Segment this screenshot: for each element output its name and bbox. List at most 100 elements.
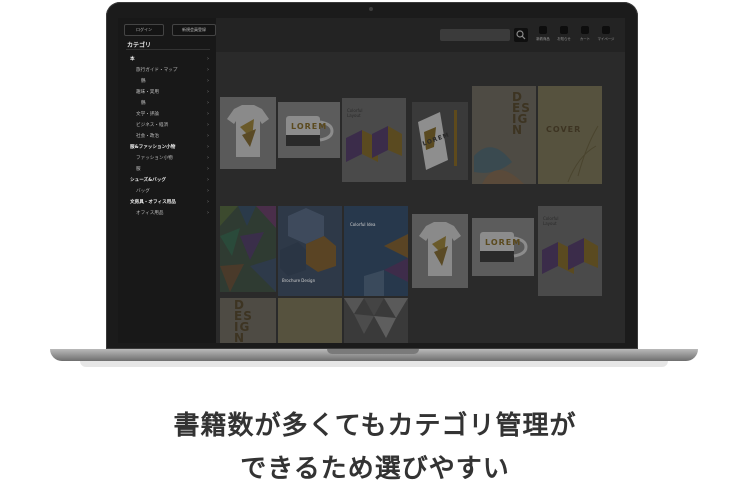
chevron-right-icon: › [207, 133, 209, 139]
category-item[interactable]: バッグ › [118, 186, 216, 197]
triangle-pattern-icon [220, 206, 276, 292]
category-item[interactable]: 鶴 › [118, 76, 216, 87]
chevron-right-icon: › [207, 56, 209, 62]
product-tile-triangle-book[interactable] [344, 298, 408, 343]
nav-label: マイページ [597, 37, 615, 41]
category-item[interactable]: 服 › [118, 164, 216, 175]
product-tile-mug[interactable]: LOREM [278, 102, 340, 158]
category-label: 鶴 [141, 79, 146, 84]
nav-cart[interactable]: カート [576, 26, 594, 41]
category-item[interactable]: 旅行ガイド・マップ › [118, 65, 216, 76]
laptop-shadow [80, 361, 668, 367]
chevron-right-icon: › [207, 199, 209, 205]
chevron-pattern-icon [364, 234, 408, 296]
search-button[interactable] [514, 28, 528, 42]
chevron-right-icon: › [207, 89, 209, 95]
category-item[interactable]: 社会・政治 › [118, 131, 216, 142]
category-item[interactable]: 本 › [118, 54, 216, 65]
caption-line-2: できるため選びやすい [240, 454, 510, 484]
login-button[interactable]: ログイン [124, 24, 164, 36]
product-tile-cover-poster[interactable]: COVER [538, 86, 602, 184]
chevron-right-icon: › [207, 67, 209, 73]
category-label: 趣味・実用 [136, 90, 159, 95]
poster-title: DESIGN [234, 298, 253, 343]
product-tile-design-poster[interactable]: DESIGN [472, 86, 536, 184]
product-tile-tshirt[interactable] [220, 97, 276, 169]
category-label: 文学・評論 [136, 112, 159, 117]
mug-logo-text: LOREM [291, 122, 328, 131]
nav-label: お知らせ [557, 37, 571, 41]
search-icon [516, 30, 526, 40]
category-label: 服 [136, 167, 141, 172]
category-item[interactable]: ファッション小物 › [118, 153, 216, 164]
category-label: 本 [130, 57, 135, 62]
product-tile-book-iso[interactable]: Colorful Layout [342, 98, 406, 182]
product-tile-book-iso-2[interactable]: Colorful Layout [538, 206, 602, 296]
tshirt-icon [227, 105, 269, 157]
chevron-right-icon: › [207, 100, 209, 106]
laptop-mockup: LOREM Colorful Layout LOREM DESIGN COVER… [0, 0, 750, 380]
product-tile-geo-pattern[interactable] [220, 206, 276, 292]
product-tile-design-poster-2[interactable]: DESIGN [220, 298, 276, 343]
book-title: Brochure Design [282, 278, 316, 283]
category-label: ファッション小物 [136, 156, 173, 161]
category-item[interactable]: オフィス用品 › [118, 208, 216, 219]
book-title: Colorful Idea [350, 222, 376, 227]
product-tile-tshirt-2[interactable] [412, 214, 468, 288]
chevron-right-icon: › [207, 166, 209, 172]
category-label: ビジネス・経済 [136, 123, 169, 128]
caption-line-1: 書籍数が多くてもカテゴリ管理が [173, 411, 577, 441]
chevron-right-icon: › [207, 155, 209, 161]
category-item[interactable]: 文学・評論 › [118, 109, 216, 120]
poster-title: DESIGN [512, 90, 531, 137]
book-title: Colorful Layout [347, 108, 363, 118]
nav-label: カート [579, 37, 591, 41]
chevron-right-icon: › [207, 210, 209, 216]
category-label: 鶴 [141, 101, 146, 106]
cover-title: COVER [546, 125, 582, 134]
product-tile-notebook[interactable]: LOREM [412, 102, 468, 180]
product-tile-cover-poster-2[interactable] [278, 298, 342, 343]
flower-illustration-icon [567, 125, 599, 183]
nav-notifications[interactable]: お知らせ [555, 26, 573, 41]
mug-icon [480, 232, 528, 262]
divider [126, 49, 210, 50]
camera-dot [369, 7, 373, 11]
register-button[interactable]: 新規会員登録 [172, 24, 216, 36]
book-title: Colorful Layout [543, 216, 559, 226]
category-item[interactable]: 趣味・実用 › [118, 87, 216, 98]
search-input[interactable] [440, 29, 510, 41]
category-label: シューズ&バッグ [130, 178, 166, 183]
triangle-pattern-icon [344, 298, 408, 338]
category-label: 服&ファッション小物 [130, 145, 176, 150]
sidebar-title: カテゴリ [127, 42, 152, 49]
chevron-right-icon: › [207, 78, 209, 84]
category-label: 旅行ガイド・マップ [136, 68, 178, 73]
nav-label: 新着商品 [536, 37, 550, 41]
category-item[interactable]: 鶴 › [118, 98, 216, 109]
nav-mypage[interactable]: マイページ [597, 26, 615, 41]
tshirt-icon [419, 222, 461, 276]
grid-icon [539, 26, 547, 34]
chevron-right-icon: › [207, 122, 209, 128]
category-item[interactable]: 文房具・オフィス用品 › [118, 197, 216, 208]
category-item[interactable]: 服&ファッション小物 › [118, 142, 216, 153]
nav-new-products[interactable]: 新着商品 [534, 26, 552, 41]
product-tile-mug-2[interactable]: LOREM [472, 218, 534, 276]
category-label: バッグ [136, 189, 150, 194]
product-tile-idea-book[interactable]: Colorful Idea [344, 206, 408, 296]
category-item[interactable]: ビジネス・経済 › [118, 120, 216, 131]
category-label: オフィス用品 [136, 211, 164, 216]
chevron-right-icon: › [207, 188, 209, 194]
laptop-screen: LOREM Colorful Layout LOREM DESIGN COVER… [118, 18, 625, 343]
laptop-notch [327, 349, 419, 354]
category-sidebar: ログイン 新規会員登録 カテゴリ 本 › 旅行ガイド・マップ › 鶴 › 趣味・… [118, 18, 216, 343]
user-icon [602, 26, 610, 34]
category-label: 社会・政治 [136, 134, 159, 139]
product-tile-hexagon-book[interactable]: Brochure Design [278, 206, 342, 296]
bell-icon [560, 26, 568, 34]
category-item[interactable]: シューズ&バッグ › [118, 175, 216, 186]
chevron-right-icon: › [207, 111, 209, 117]
chevron-right-icon: › [207, 177, 209, 183]
mug-logo-text: LOREM [485, 238, 522, 247]
